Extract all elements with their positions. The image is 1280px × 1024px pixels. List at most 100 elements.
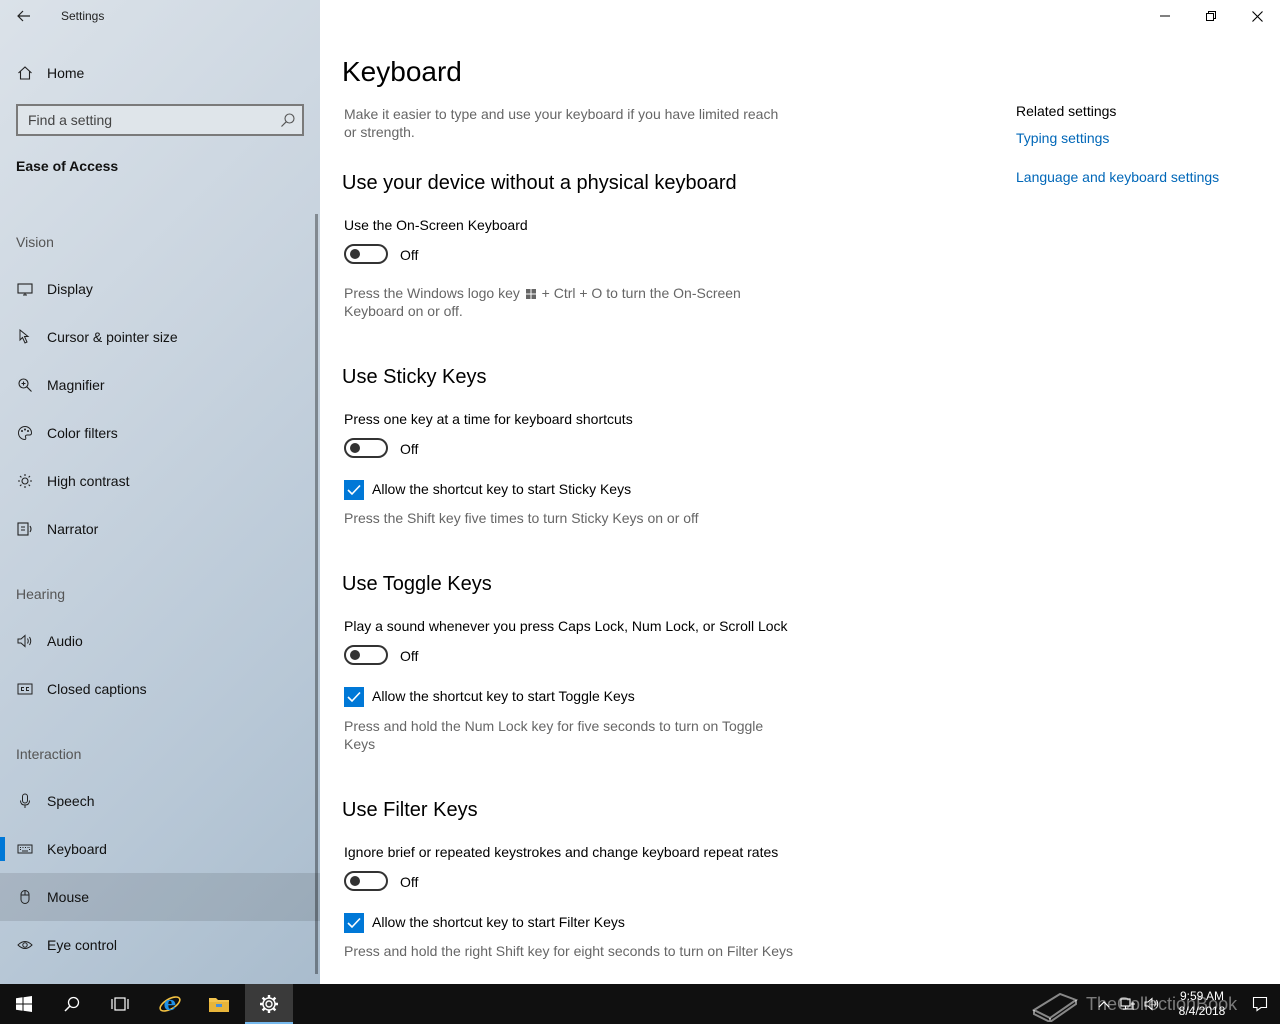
sun-icon [16,472,34,490]
windows-logo-icon [525,289,536,299]
sidebar-scrollbar[interactable] [315,214,318,974]
chevron-up-icon [1098,1001,1110,1008]
onscreen-keyboard-state: Off [400,247,419,263]
sidebar-item-closed-captions[interactable]: Closed captions [0,665,320,713]
toggle-keys-shortcut-label[interactable]: Allow the shortcut key to start Toggle K… [372,688,635,704]
filter-keys-shortcut-label[interactable]: Allow the shortcut key to start Filter K… [372,914,625,930]
magnifier-icon [16,376,34,394]
tray-network[interactable] [1116,984,1140,1024]
narrator-icon [16,520,34,538]
filter-keys-toggle[interactable] [344,871,388,891]
filter-keys-state: Off [400,874,419,890]
search-icon [64,996,80,1012]
monitor-icon [16,280,34,298]
sidebar-item-high-contrast[interactable]: High contrast [0,457,320,505]
sidebar-item-label: Closed captions [47,681,147,697]
sidebar-item-mouse[interactable]: Mouse [0,873,320,921]
onscreen-keyboard-toggle[interactable] [344,244,388,264]
toggle-knob [350,876,360,886]
typing-settings-link[interactable]: Typing settings [1016,130,1109,146]
sidebar-item-home[interactable]: Home [0,49,320,97]
gear-icon [260,995,278,1013]
palette-icon [16,424,34,442]
folder-icon [209,998,229,1012]
book-icon [1031,992,1079,1022]
language-keyboard-settings-link[interactable]: Language and keyboard settings [1016,169,1219,185]
start-button[interactable] [0,984,48,1024]
volume-icon [1144,997,1159,1011]
section-heading-filter-keys: Use Filter Keys [342,799,478,821]
minimize-button[interactable] [1142,0,1188,32]
window-controls [1142,0,1280,32]
sidebar-item-speech[interactable]: Speech [0,777,320,825]
onscreen-keyboard-label: Use the On-Screen Keyboard [344,217,528,233]
minimize-icon [1160,15,1170,17]
section-heading-onscreen: Use your device without a physical keybo… [342,172,737,194]
system-tray: 9:59 AM 8/4/2018 [1092,984,1280,1024]
sidebar-item-display[interactable]: Display [0,265,320,313]
sidebar-item-label: Display [47,281,93,297]
restore-button[interactable] [1188,0,1234,32]
task-view-button[interactable] [96,984,144,1024]
filter-keys-hint: Press and hold the right Shift key for e… [344,943,794,959]
sticky-keys-shortcut-checkbox[interactable] [344,480,364,500]
sidebar-item-narrator[interactable]: Narrator [0,505,320,553]
tray-chevron-up[interactable] [1092,984,1116,1024]
search-input[interactable] [18,106,258,134]
clock-date: 8/4/2018 [1178,1004,1226,1018]
sidebar-item-magnifier[interactable]: Magnifier [0,361,320,409]
sidebar-item-label: Home [47,65,85,81]
checkmark-icon [347,484,361,496]
section-heading-toggle-keys: Use Toggle Keys [342,573,492,595]
section-title: Ease of Access [16,158,119,174]
sidebar-item-label: Magnifier [47,377,105,393]
action-center-button[interactable] [1240,984,1280,1024]
file-explorer-button[interactable] [195,984,243,1024]
sidebar-item-label: Audio [47,633,83,649]
settings-taskbar-button[interactable] [245,984,293,1024]
back-button[interactable] [8,4,40,28]
toggle-keys-toggle[interactable] [344,645,388,665]
search-icon[interactable] [280,112,296,128]
search-taskbar-button[interactable] [48,984,96,1024]
taskbar: e TheCollectionBook 9:59 AM 8/4/2018 [0,984,1280,1024]
search-box[interactable] [16,104,304,136]
sidebar-item-label: Mouse [47,889,90,905]
taskbar-clock[interactable]: 9:59 AM 8/4/2018 [1164,989,1240,1019]
close-button[interactable] [1234,0,1280,32]
home-icon [16,64,34,82]
onscreen-keyboard-hint: Press the Windows logo key + Ctrl + O to… [344,284,764,320]
group-label-interaction: Interaction [16,746,82,762]
sidebar-item-audio[interactable]: Audio [0,617,320,665]
filter-keys-label: Ignore brief or repeated keystrokes and … [344,844,779,860]
sidebar-item-keyboard[interactable]: Keyboard [0,825,320,873]
microphone-icon [16,792,34,810]
sticky-keys-label: Press one key at a time for keyboard sho… [344,411,633,427]
closed-captions-icon [16,680,34,698]
tray-volume[interactable] [1140,984,1164,1024]
sticky-keys-state: Off [400,441,419,457]
sidebar-item-label: Narrator [47,521,99,537]
sidebar-item-eye-control[interactable]: Eye control [0,921,320,969]
sidebar-item-label: High contrast [47,473,130,489]
sticky-keys-shortcut-label[interactable]: Allow the shortcut key to start Sticky K… [372,481,631,497]
toggle-keys-shortcut-checkbox[interactable] [344,687,364,707]
sidebar-item-color-filters[interactable]: Color filters [0,409,320,457]
windows-start-icon [16,996,32,1012]
group-label-hearing: Hearing [16,586,66,602]
internet-explorer-button[interactable]: e [146,984,194,1024]
sticky-keys-hint: Press the Shift key five times to turn S… [344,510,699,526]
sidebar-item-label: Cursor & pointer size [47,329,178,345]
section-heading-sticky-keys: Use Sticky Keys [342,366,487,388]
keyboard-icon [16,840,34,858]
toggle-keys-hint: Press and hold the Num Lock key for five… [344,718,764,752]
sticky-keys-toggle[interactable] [344,438,388,458]
task-view-icon [111,997,129,1011]
sidebar-item-label: Keyboard [47,841,107,857]
app-title: Settings [61,9,105,23]
internet-explorer-icon: e [159,992,181,1015]
sidebar-item-cursor[interactable]: Cursor & pointer size [0,313,320,361]
notification-icon [1252,996,1268,1012]
filter-keys-shortcut-checkbox[interactable] [344,913,364,933]
page-description: Make it easier to type and use your keyb… [344,106,779,140]
